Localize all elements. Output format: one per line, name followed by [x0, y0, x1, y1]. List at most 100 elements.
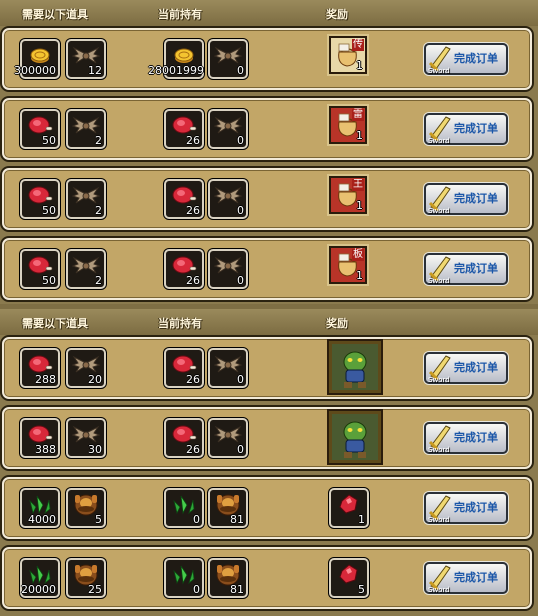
required-item-slot[interactable]: 50	[20, 249, 60, 289]
held-item-slot[interactable]: 81	[208, 558, 248, 598]
required-item-slot[interactable]: 30	[66, 418, 106, 458]
held-item-slot[interactable]: 26	[164, 418, 204, 458]
required-item-slot[interactable]: 20	[66, 348, 106, 388]
reward-tag: 雷	[352, 109, 364, 121]
reward-quantity: 1	[356, 59, 363, 72]
complete-order-label: 完成订单	[454, 431, 498, 444]
required-item-slot[interactable]: 5	[66, 488, 106, 528]
header-reward: 奖励	[326, 8, 348, 21]
sword-label: Sword	[428, 207, 450, 215]
held-item-slot[interactable]: 26	[164, 348, 204, 388]
required-item-slot[interactable]: 25	[66, 558, 106, 598]
item-quantity: 81	[230, 513, 244, 526]
required-item-slot[interactable]: 4000	[20, 488, 60, 528]
reward-item[interactable]	[329, 341, 381, 393]
item-quantity: 50	[42, 274, 56, 287]
complete-order-button[interactable]: 完成订单 Sword	[424, 253, 508, 285]
reward-item[interactable]: 5	[329, 558, 369, 598]
held-item-slot[interactable]: 0	[208, 348, 248, 388]
complete-order-label: 完成订单	[454, 361, 498, 374]
item-quantity: 0	[237, 274, 244, 287]
held-item-slot[interactable]: 28001999	[148, 39, 204, 79]
order-row: 50 2 26 0 板 1 完成订单 Sword	[2, 238, 532, 300]
required-item-slot[interactable]: 50	[20, 109, 60, 149]
held-item-slot[interactable]: 0	[208, 109, 248, 149]
item-quantity: 26	[186, 373, 200, 386]
held-item-slot[interactable]: 0	[208, 179, 248, 219]
held-item-slot[interactable]: 0	[164, 558, 204, 598]
held-item-slot[interactable]: 81	[208, 488, 248, 528]
complete-order-button[interactable]: 完成订单 Sword	[424, 492, 508, 524]
required-item-slot[interactable]: 300000	[14, 39, 60, 79]
sword-label: Sword	[428, 516, 450, 524]
complete-order-button[interactable]: 完成订单 Sword	[424, 422, 508, 454]
item-quantity: 2	[95, 204, 102, 217]
header-held: 当前持有	[158, 8, 202, 21]
required-item-slot[interactable]: 288	[20, 348, 60, 388]
complete-order-button[interactable]: 完成订单 Sword	[424, 43, 508, 75]
item-quantity: 388	[35, 443, 56, 456]
held-item-slot[interactable]: 0	[208, 418, 248, 458]
sword-label: Sword	[428, 67, 450, 75]
required-item-slot[interactable]: 12	[66, 39, 106, 79]
reward-item[interactable]: 王1	[329, 176, 367, 214]
sword-label: Sword	[428, 137, 450, 145]
item-quantity: 25	[88, 583, 102, 596]
reward-item[interactable]: 板1	[329, 246, 367, 284]
item-quantity: 4000	[28, 513, 56, 526]
item-quantity: 0	[237, 204, 244, 217]
reward-item[interactable]: 雷1	[329, 106, 367, 144]
complete-order-button[interactable]: 完成订单 Sword	[424, 113, 508, 145]
item-quantity: 300000	[14, 64, 56, 77]
held-item-slot[interactable]: 26	[164, 249, 204, 289]
complete-order-label: 完成订单	[454, 52, 498, 65]
header-reward: 奖励	[326, 317, 348, 330]
complete-order-label: 完成订单	[454, 122, 498, 135]
reward-quantity: 5	[358, 583, 365, 596]
reward-item[interactable]: 传1	[329, 36, 367, 74]
item-quantity: 288	[35, 373, 56, 386]
complete-order-button[interactable]: 完成订单 Sword	[424, 183, 508, 215]
required-item-slot[interactable]: 388	[20, 418, 60, 458]
order-row: 388 30 26 0 完成订单 Sword	[2, 407, 532, 469]
item-quantity: 12	[88, 64, 102, 77]
required-item-slot[interactable]: 2	[66, 179, 106, 219]
header-required: 需要以下道具	[22, 8, 88, 21]
item-quantity: 0	[193, 513, 200, 526]
item-quantity: 81	[230, 583, 244, 596]
required-item-slot[interactable]: 50	[20, 179, 60, 219]
required-item-slot[interactable]: 20000	[20, 558, 60, 598]
item-quantity: 50	[42, 204, 56, 217]
item-quantity: 50	[42, 134, 56, 147]
item-quantity: 26	[186, 134, 200, 147]
held-item-slot[interactable]: 26	[164, 109, 204, 149]
held-item-slot[interactable]: 26	[164, 179, 204, 219]
item-quantity: 0	[237, 443, 244, 456]
item-quantity: 26	[186, 204, 200, 217]
header-required: 需要以下道具	[22, 317, 88, 330]
required-item-slot[interactable]: 2	[66, 109, 106, 149]
column-header: 需要以下道具 当前持有 奖励	[0, 309, 538, 335]
item-quantity: 5	[95, 513, 102, 526]
sword-label: Sword	[428, 376, 450, 384]
item-quantity: 0	[237, 64, 244, 77]
item-quantity: 26	[186, 443, 200, 456]
reward-item[interactable]	[329, 411, 381, 463]
held-item-slot[interactable]: 0	[208, 249, 248, 289]
reward-quantity: 1	[356, 269, 363, 282]
order-row: 50 2 26 0 雷 1 完成订单 Sword	[2, 98, 532, 160]
required-item-slot[interactable]: 2	[66, 249, 106, 289]
item-quantity: 30	[88, 443, 102, 456]
reward-quantity: 1	[358, 513, 365, 526]
complete-order-label: 完成订单	[454, 571, 498, 584]
item-quantity: 0	[237, 373, 244, 386]
held-item-slot[interactable]: 0	[208, 39, 248, 79]
complete-order-button[interactable]: 完成订单 Sword	[424, 352, 508, 384]
reward-item[interactable]: 1	[329, 488, 369, 528]
held-item-slot[interactable]: 0	[164, 488, 204, 528]
column-header: 需要以下道具 当前持有 奖励	[0, 0, 538, 26]
goblin-icon	[343, 421, 367, 458]
item-quantity: 0	[193, 583, 200, 596]
reward-tag: 传	[352, 39, 364, 51]
complete-order-button[interactable]: 完成订单 Sword	[424, 562, 508, 594]
